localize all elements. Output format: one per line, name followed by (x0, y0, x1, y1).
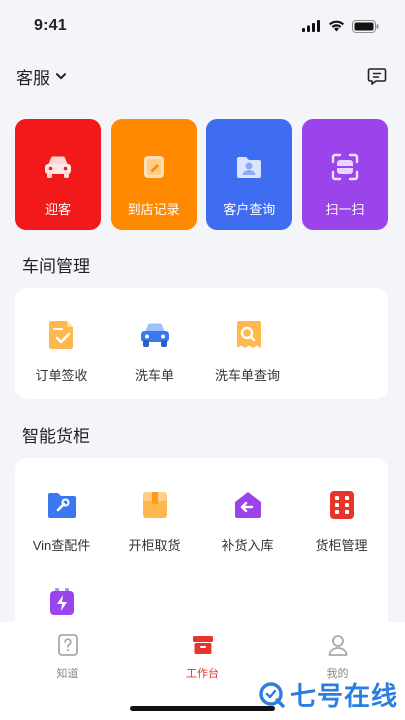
cabinet-grid-icon (325, 488, 359, 522)
quick-action-label: 客户查询 (223, 202, 276, 217)
order-sign-icon (45, 318, 79, 352)
box-icon (138, 488, 172, 522)
battery-charge-icon (45, 585, 79, 619)
cabinet-item-label: 货柜管理 (315, 538, 368, 553)
header-title: 客服 (16, 68, 50, 88)
car-wash-icon (138, 318, 172, 352)
scan-icon (330, 152, 360, 182)
workshop-item-car-wash-query[interactable]: 洗车单查询 (201, 318, 294, 384)
watermark: 七号在线 (258, 676, 398, 713)
quick-action-visit-record[interactable]: 到店记录 (110, 119, 197, 230)
question-icon (55, 632, 81, 658)
cabinet-item-label: Vin查配件 (32, 538, 91, 553)
cabinet-item-charge[interactable] (15, 585, 108, 619)
cabinet-section-title: 智能货柜 (22, 427, 90, 446)
signal-icon (302, 20, 320, 32)
quick-action-customer-query[interactable]: 客户查询 (206, 119, 293, 230)
record-icon (139, 152, 169, 182)
status-time: 9:41 (34, 17, 67, 34)
restock-house-icon (231, 488, 265, 522)
battery-icon (352, 19, 379, 33)
quick-action-label: 到店记录 (127, 202, 180, 217)
workshop-item-label: 订单签收 (35, 368, 88, 383)
tab-label: 知道 (56, 668, 79, 680)
customer-folder-icon (234, 152, 264, 182)
cabinet-item-manage[interactable]: 货柜管理 (295, 488, 388, 554)
wifi-icon (329, 20, 344, 32)
chevron-down-icon (56, 72, 66, 79)
workshop-item-order-sign[interactable]: 订单签收 (15, 318, 108, 384)
cabinet-item-label: 补货入库 (221, 538, 274, 553)
cabinet-item-restock[interactable]: 补货入库 (201, 488, 294, 554)
quick-action-label: 扫一扫 (325, 202, 365, 217)
service-dropdown[interactable]: 客服 (16, 64, 66, 89)
quick-action-scan[interactable]: 扫一扫 (301, 119, 388, 230)
wrench-folder-icon (45, 488, 79, 522)
workshop-section-title: 车间管理 (22, 257, 90, 276)
workshop-item-car-wash[interactable]: 洗车单 (108, 318, 201, 384)
workshop-panel: 订单签收 洗车单 洗车单查询 (15, 288, 388, 399)
car-icon (43, 152, 73, 182)
quick-action-welcome[interactable]: 迎客 (15, 119, 101, 230)
quick-action-label: 迎客 (44, 202, 71, 217)
watermark-text: 七号在线 (290, 681, 399, 711)
car-wash-search-icon (231, 318, 265, 352)
home-indicator (130, 706, 275, 711)
cabinet-item-label: 开柜取货 (128, 538, 181, 553)
status-bar: 9:41 (0, 0, 405, 52)
workshop-item-label: 洗车单 (134, 368, 174, 383)
tab-knowledge[interactable]: 知道 (0, 622, 135, 720)
workbench-icon (190, 632, 216, 658)
watermark-logo-icon (259, 681, 285, 708)
tab-label: 工作台 (186, 668, 219, 680)
quick-actions: 迎客 到店记录 客户查询 扫一扫 (15, 119, 388, 230)
cabinet-item-vin-parts[interactable]: Vin查配件 (15, 488, 108, 554)
header: 客服 (0, 56, 405, 96)
status-icons (302, 19, 379, 33)
message-icon[interactable] (367, 66, 387, 86)
cabinet-item-open-pickup[interactable]: 开柜取货 (108, 488, 201, 554)
profile-icon (325, 632, 351, 658)
workshop-item-label: 洗车单查询 (214, 368, 280, 383)
